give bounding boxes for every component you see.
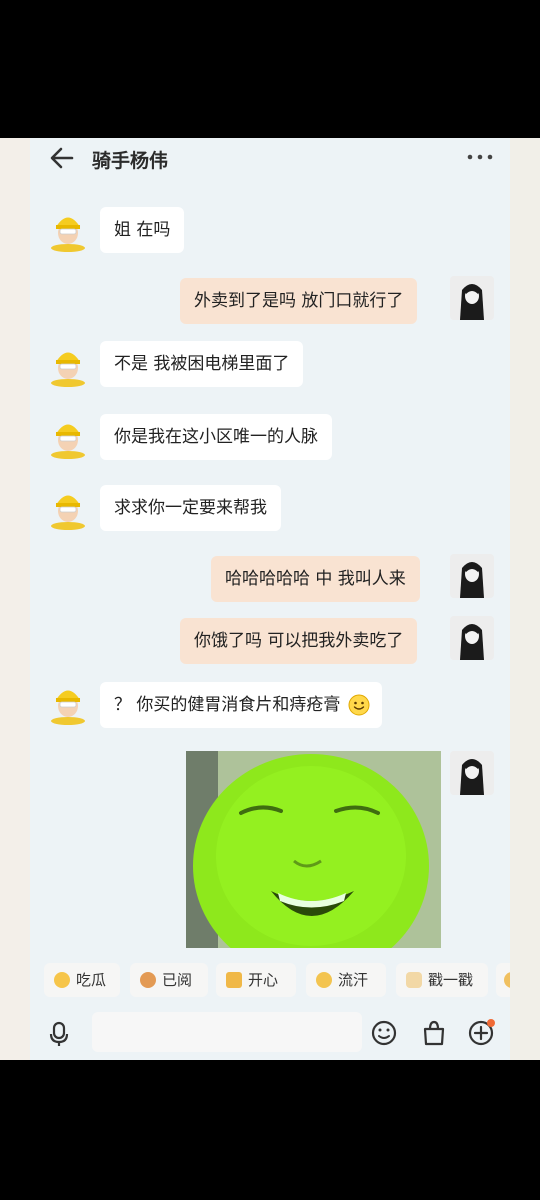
message-bubble: 你饿了吗 可以把我外卖吃了: [180, 618, 418, 664]
user-avatar[interactable]: [450, 616, 494, 660]
quick-reply-chip[interactable]: 吃瓜: [44, 963, 120, 997]
rider-avatar-icon[interactable]: [47, 208, 89, 252]
chat-header: 骑手杨伟: [0, 138, 540, 180]
arrow-left-icon[interactable]: [48, 144, 76, 172]
chat-title: 骑手杨伟: [92, 150, 169, 172]
input-bar: [0, 1006, 540, 1060]
sticker-image[interactable]: [186, 751, 441, 948]
chip-label: 流汗: [338, 971, 369, 989]
read-emoji-icon: [140, 972, 156, 988]
green-face-sticker: [186, 751, 441, 948]
message-bubble: 求求你一定要来帮我: [100, 485, 281, 531]
message-bubble: 姐 在吗: [100, 207, 185, 253]
quick-reply-chip[interactable]: 戳一戳: [396, 963, 488, 997]
message-bubble: ？ 你买的健胃消食片和痔疮膏: [100, 682, 383, 728]
microphone-icon[interactable]: [44, 1019, 74, 1049]
user-avatar-icon: [450, 554, 494, 598]
chat-screen: 骑手杨伟 姐 在吗 外卖到了是吗 放门口就行了 不是 我被困电梯里面了 你是我在…: [0, 138, 540, 1060]
message-bubble: 哈哈哈哈哈 中 我叫人来: [211, 556, 420, 602]
shopping-bag-icon[interactable]: [419, 1018, 449, 1048]
poke-emoji-icon: [406, 972, 422, 988]
user-avatar-icon: [450, 751, 494, 795]
quick-reply-chip[interactable]: 流汗: [306, 963, 386, 997]
sweat-emoji-icon: [316, 972, 332, 988]
quick-reply-bar: 吃瓜 已阅 开心 流汗 戳一戳: [0, 956, 540, 1002]
quick-reply-chip[interactable]: 开心: [216, 963, 296, 997]
message-bubble: 你是我在这小区唯一的人脉: [100, 414, 332, 460]
quick-reply-chip[interactable]: 已阅: [130, 963, 208, 997]
rider-avatar-icon[interactable]: [47, 486, 89, 530]
melon-emoji-icon: [54, 972, 70, 988]
smile-emoji-icon: [348, 694, 370, 716]
notification-dot: [487, 1019, 495, 1027]
message-input[interactable]: [92, 1012, 362, 1052]
user-avatar[interactable]: [450, 276, 494, 320]
message-text: ？ 你买的健胃消食片和痔疮膏: [114, 695, 341, 715]
more-dots-icon[interactable]: [466, 152, 494, 162]
chip-label: 吃瓜: [76, 971, 107, 989]
user-avatar[interactable]: [450, 554, 494, 598]
user-avatar[interactable]: [450, 751, 494, 795]
rider-avatar-icon[interactable]: [47, 681, 89, 725]
quick-reply-chip[interactable]: [496, 963, 526, 997]
more-emoji-icon: [504, 972, 520, 988]
rider-avatar-icon[interactable]: [47, 415, 89, 459]
rider-avatar-icon[interactable]: [47, 343, 89, 387]
chip-label: 戳一戳: [428, 971, 474, 989]
chip-label: 开心: [248, 971, 279, 989]
plus-circle-icon[interactable]: [466, 1018, 496, 1048]
chip-label: 已阅: [162, 971, 193, 989]
happy-emoji-icon: [226, 972, 242, 988]
user-avatar-icon: [450, 276, 494, 320]
message-bubble: 外卖到了是吗 放门口就行了: [180, 278, 418, 324]
user-avatar-icon: [450, 616, 494, 660]
emoji-icon[interactable]: [369, 1018, 399, 1048]
message-bubble: 不是 我被困电梯里面了: [100, 341, 304, 387]
